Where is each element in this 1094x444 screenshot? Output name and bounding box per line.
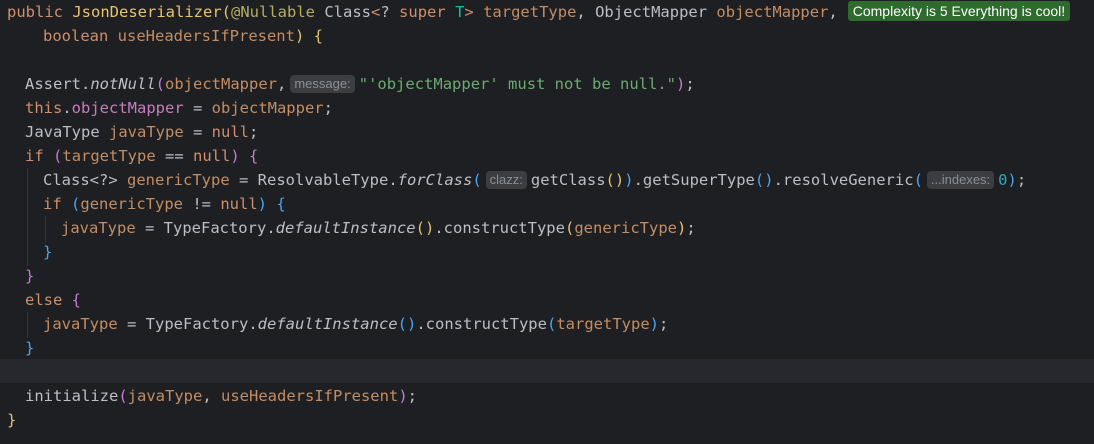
keyword: if — [25, 147, 44, 165]
current-line-highlight — [0, 359, 1094, 383]
indent-guide — [27, 168, 28, 266]
number-literal: 0 — [998, 171, 1008, 189]
method-call: getSuperType — [642, 171, 755, 189]
method-call: constructType — [425, 315, 547, 333]
parameter-name: targetType — [483, 3, 577, 21]
parameter-name: useHeadersIfPresent — [117, 27, 295, 45]
string-literal: "'objectMapper' must not be null." — [358, 75, 676, 93]
parameter-hint: message: — [290, 75, 355, 93]
parameter-ref: objectMapper — [211, 99, 324, 117]
keyword: null — [193, 147, 231, 165]
keyword: super — [399, 3, 446, 21]
parameter-hint: ...indexes: — [926, 171, 995, 189]
local-variable: genericType — [80, 195, 184, 213]
local-variable: javaType — [43, 315, 118, 333]
indent-guide — [45, 216, 46, 242]
static-method-call: defaultInstance — [275, 219, 416, 237]
method-call: getClass — [530, 171, 606, 189]
static-method-call: forClass — [397, 171, 473, 189]
class-name: ResolvableType — [257, 171, 389, 189]
local-variable: javaType — [109, 123, 184, 141]
method-call: constructType — [443, 219, 565, 237]
complexity-badge[interactable]: Complexity is 5 Everything is cool! — [847, 1, 1071, 21]
type-name: ObjectMapper — [595, 3, 708, 21]
static-method-call: notNull — [90, 75, 156, 93]
class-name: Assert — [25, 75, 81, 93]
local-variable: genericType — [127, 171, 230, 189]
type-parameter: T — [455, 3, 465, 21]
annotation: @Nullable — [231, 3, 315, 21]
keyword: if — [43, 195, 62, 213]
parameter-ref: useHeadersIfPresent — [221, 387, 399, 405]
keyword: null — [220, 195, 258, 213]
parameter-ref: targetType — [62, 147, 156, 165]
static-method-call: defaultInstance — [257, 315, 398, 333]
indent-guide — [27, 312, 28, 338]
constructor-name: JsonDeserializer — [72, 3, 222, 21]
local-variable: javaType — [127, 387, 203, 405]
field-ref: objectMapper — [71, 99, 184, 117]
type-name: Class — [324, 3, 372, 21]
keyword: boolean — [43, 27, 109, 45]
method-call: resolveGeneric — [782, 171, 914, 189]
keyword: this — [25, 99, 63, 117]
local-variable: genericType — [574, 219, 677, 237]
parameter-ref: targetType — [556, 315, 650, 333]
type-name: Class<?> — [43, 171, 118, 189]
type-name: JavaType — [25, 123, 100, 141]
keyword: public — [7, 3, 63, 21]
class-name: TypeFactory — [163, 219, 267, 237]
method-call: initialize — [25, 387, 119, 405]
keyword: null — [211, 123, 249, 141]
keyword: else — [25, 291, 63, 309]
wildcard: ? — [380, 3, 390, 21]
parameter-ref: objectMapper — [165, 75, 277, 93]
code-editor[interactable]: public JsonDeserializer(@Nullable Class<… — [0, 0, 1094, 444]
parameter-hint: clazz: — [485, 171, 527, 189]
local-variable: javaType — [61, 219, 136, 237]
class-name: TypeFactory — [145, 315, 249, 333]
parameter-name: objectMapper — [716, 3, 829, 21]
